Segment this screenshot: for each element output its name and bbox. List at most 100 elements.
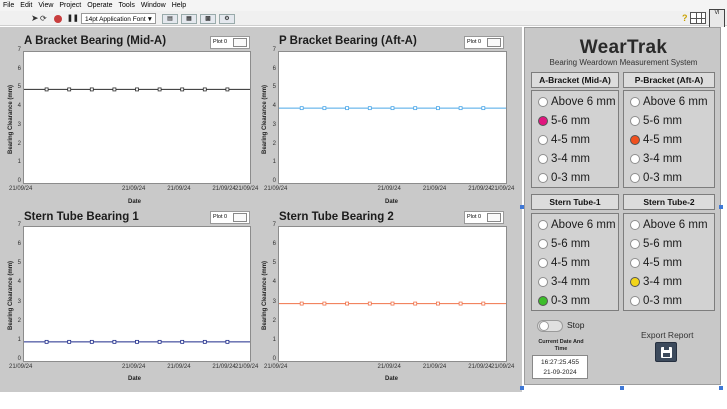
group-header-p-bracket: P-Bracket (Aft-A) bbox=[623, 72, 715, 88]
plot-legend[interactable]: Plot 0 bbox=[464, 36, 504, 49]
y-tick-label: 7 bbox=[272, 47, 276, 53]
radio-option[interactable]: 0-3 mm bbox=[538, 293, 590, 308]
connector-pane-icon[interactable] bbox=[690, 12, 706, 24]
radio-option[interactable]: Above 6 mm bbox=[538, 94, 616, 109]
radio-indicator-icon bbox=[630, 172, 640, 183]
radio-option-label: 5-6 mm bbox=[551, 114, 590, 127]
radio-indicator-icon bbox=[630, 134, 640, 145]
radio-option[interactable]: 0-3 mm bbox=[630, 170, 682, 185]
radio-option[interactable]: 0-3 mm bbox=[538, 170, 590, 185]
menu-tools[interactable]: Tools bbox=[115, 0, 137, 11]
radio-indicator-icon bbox=[538, 276, 548, 287]
app-subtitle: Bearing Weardown Measurement System bbox=[549, 58, 698, 67]
save-disk-icon bbox=[661, 347, 672, 358]
font-dropdown-label: 14pt Application Font bbox=[85, 16, 146, 23]
selector-stern-tube-1[interactable]: Above 6 mm 5-6 mm 4-5 mm 3-4 mm 0-3 mm bbox=[531, 213, 619, 311]
radio-option[interactable]: 0-3 mm bbox=[630, 293, 682, 308]
radio-option[interactable]: 5-6 mm bbox=[630, 236, 682, 251]
radio-option-label: 3-4 mm bbox=[551, 275, 590, 288]
radio-option-label: 3-4 mm bbox=[551, 152, 590, 165]
plot-style-icon bbox=[233, 38, 247, 47]
chart-svg bbox=[279, 106, 506, 111]
resize-handle[interactable] bbox=[719, 386, 723, 390]
y-tick-label: 3 bbox=[272, 298, 276, 305]
menu-view[interactable]: View bbox=[35, 0, 56, 11]
resize-handle[interactable] bbox=[719, 205, 723, 209]
date-value: 21-09-2024 bbox=[543, 369, 577, 376]
radio-option[interactable]: 3-4 mm bbox=[630, 274, 682, 289]
data-point bbox=[481, 301, 486, 306]
y-tick-label: 7 bbox=[272, 222, 276, 228]
plot-area[interactable] bbox=[278, 51, 507, 184]
radio-option[interactable]: 4-5 mm bbox=[538, 132, 590, 147]
plot-legend[interactable]: Plot 0 bbox=[210, 36, 250, 49]
y-tick-label: 4 bbox=[17, 279, 21, 286]
plot-area[interactable] bbox=[23, 226, 251, 362]
resize-handle[interactable] bbox=[520, 386, 524, 390]
y-tick-label: 0 bbox=[17, 178, 21, 184]
radio-option[interactable]: 5-6 mm bbox=[538, 113, 590, 128]
radio-option[interactable]: 3-4 mm bbox=[538, 274, 590, 289]
menu-operate[interactable]: Operate bbox=[84, 0, 115, 11]
data-point bbox=[458, 301, 463, 306]
radio-option[interactable]: 4-5 mm bbox=[630, 255, 682, 270]
radio-indicator-icon bbox=[538, 172, 548, 183]
radio-indicator-icon bbox=[630, 219, 640, 230]
resize-objects-icon[interactable]: ▩ bbox=[200, 14, 216, 24]
chart-svg bbox=[24, 339, 250, 344]
radio-option-label: 4-5 mm bbox=[643, 133, 682, 146]
data-point bbox=[413, 301, 418, 306]
stop-toggle[interactable] bbox=[537, 320, 563, 332]
data-point bbox=[202, 87, 207, 92]
menu-file[interactable]: File bbox=[0, 0, 17, 11]
font-dropdown[interactable]: 14pt Application Font ▼ bbox=[81, 13, 156, 24]
export-report-button[interactable] bbox=[655, 342, 677, 362]
x-tick-label: 21/09/24 bbox=[264, 186, 288, 192]
menu-help[interactable]: Help bbox=[169, 0, 189, 11]
plot-legend[interactable]: Plot 0 bbox=[464, 211, 504, 224]
data-point bbox=[202, 339, 207, 344]
radio-option[interactable]: Above 6 mm bbox=[630, 94, 708, 109]
data-point bbox=[299, 301, 304, 306]
selector-a-bracket[interactable]: Above 6 mm 5-6 mm 4-5 mm 3-4 mm 0-3 mm bbox=[531, 90, 619, 188]
selector-stern-tube-2[interactable]: Above 6 mm 5-6 mm 4-5 mm 3-4 mm 0-3 mm bbox=[623, 213, 715, 311]
y-tick-label: 6 bbox=[272, 65, 276, 72]
data-point bbox=[481, 106, 486, 111]
y-tick-label: 1 bbox=[272, 159, 276, 166]
menu-project[interactable]: Project bbox=[56, 0, 84, 11]
pause-icon[interactable]: ❚❚ bbox=[67, 13, 79, 24]
menu-edit[interactable]: Edit bbox=[17, 0, 35, 11]
selector-p-bracket[interactable]: Above 6 mm 5-6 mm 4-5 mm 3-4 mm 0-3 mm bbox=[623, 90, 715, 188]
distribute-objects-icon[interactable]: ▦ bbox=[181, 14, 197, 24]
radio-indicator-icon bbox=[630, 153, 640, 164]
radio-option[interactable]: 3-4 mm bbox=[538, 151, 590, 166]
run-continuously-icon[interactable]: ⟳ bbox=[40, 13, 50, 24]
radio-option[interactable]: 5-6 mm bbox=[538, 236, 590, 251]
help-icon[interactable]: ? bbox=[682, 13, 688, 24]
radio-option[interactable]: 5-6 mm bbox=[630, 113, 682, 128]
plot-area[interactable] bbox=[278, 226, 507, 362]
y-tick-label: 1 bbox=[17, 336, 21, 343]
y-tick-label: 3 bbox=[272, 121, 276, 128]
plot-area[interactable] bbox=[23, 51, 251, 184]
reorder-icon[interactable]: ⚙ bbox=[219, 14, 235, 24]
align-objects-icon[interactable]: ▤ bbox=[162, 14, 178, 24]
radio-option[interactable]: 4-5 mm bbox=[538, 255, 590, 270]
radio-option[interactable]: Above 6 mm bbox=[630, 217, 708, 232]
resize-handle[interactable] bbox=[520, 205, 524, 209]
menu-window[interactable]: Window bbox=[138, 0, 169, 11]
data-point bbox=[322, 106, 327, 111]
radio-option[interactable]: Above 6 mm bbox=[538, 217, 616, 232]
x-tick-label: 21/09/24 bbox=[422, 364, 447, 370]
data-point bbox=[135, 339, 139, 344]
plot-legend[interactable]: Plot 0 bbox=[210, 211, 250, 224]
resize-handle[interactable] bbox=[620, 386, 624, 390]
y-tick-label: 5 bbox=[272, 84, 276, 91]
radio-option[interactable]: 4-5 mm bbox=[630, 132, 682, 147]
chart-svg bbox=[24, 87, 250, 92]
data-point bbox=[435, 106, 440, 111]
x-tick-label: 21/09/24 bbox=[235, 186, 259, 192]
y-tick-label: 3 bbox=[17, 121, 21, 128]
abort-execution-icon[interactable] bbox=[54, 15, 62, 23]
radio-option[interactable]: 3-4 mm bbox=[630, 151, 682, 166]
